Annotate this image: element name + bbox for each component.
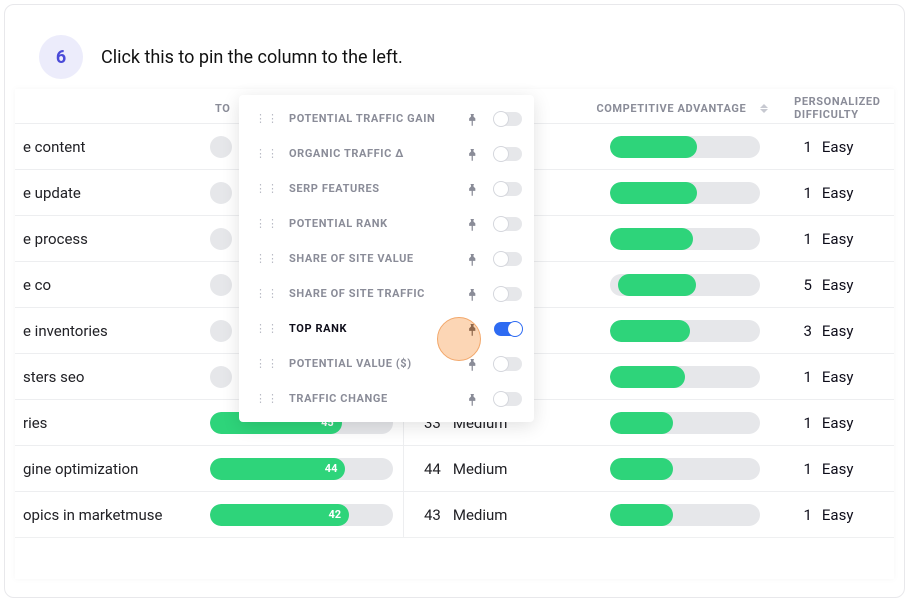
- pin-icon[interactable]: [458, 316, 484, 342]
- keyword-cell: e update: [15, 184, 210, 202]
- drag-handle-icon[interactable]: ⋮⋮: [255, 287, 279, 300]
- drag-handle-icon[interactable]: ⋮⋮: [255, 112, 279, 125]
- pin-icon[interactable]: [458, 141, 484, 167]
- pin-icon[interactable]: [458, 351, 484, 377]
- score-bar-cell: 44: [210, 458, 403, 480]
- difficulty-cell: 5Easy: [785, 276, 894, 294]
- pin-icon[interactable]: [458, 246, 484, 272]
- dropdown-item[interactable]: ⋮⋮ SHARE OF SITE VALUE: [239, 241, 534, 276]
- difficulty-cell: 3Easy: [785, 322, 894, 340]
- difficulty-cell: 1Easy: [785, 414, 894, 432]
- keyword-cell: opics in marketmuse: [15, 506, 210, 524]
- visibility-toggle[interactable]: [494, 147, 522, 161]
- competitive-advantage-cell: [590, 458, 785, 480]
- dropdown-item-label: POTENTIAL TRAFFIC GAIN: [289, 112, 448, 125]
- column-header-to[interactable]: TO: [215, 102, 235, 115]
- dropdown-item-label: POTENTIAL VALUE ($): [289, 357, 448, 370]
- competitive-advantage-cell: [590, 136, 785, 158]
- difficulty-cell: 1Easy: [785, 230, 894, 248]
- competitive-advantage-cell: [590, 182, 785, 204]
- keyword-cell: gine optimization: [15, 460, 210, 478]
- drag-handle-icon[interactable]: ⋮⋮: [255, 147, 279, 160]
- sort-icon[interactable]: [760, 104, 768, 113]
- dropdown-item-label: SHARE OF SITE TRAFFIC: [289, 287, 448, 300]
- step-number-badge: 6: [39, 35, 83, 79]
- dropdown-item[interactable]: ⋮⋮ SERP FEATURES: [239, 171, 534, 206]
- dropdown-item-label: SERP FEATURES: [289, 182, 448, 195]
- difficulty-cell: 1Easy: [785, 138, 894, 156]
- drag-handle-icon[interactable]: ⋮⋮: [255, 252, 279, 265]
- drag-handle-icon[interactable]: ⋮⋮: [255, 182, 279, 195]
- competitive-advantage-cell: [590, 366, 785, 388]
- drag-handle-icon[interactable]: ⋮⋮: [255, 217, 279, 230]
- pin-icon[interactable]: [458, 106, 484, 132]
- competitive-advantage-cell: [590, 320, 785, 342]
- dropdown-item[interactable]: ⋮⋮ POTENTIAL VALUE ($): [239, 346, 534, 381]
- visibility-toggle[interactable]: [494, 287, 522, 301]
- dropdown-item-label: ORGANIC TRAFFIC Δ: [289, 147, 448, 160]
- pin-icon[interactable]: [458, 281, 484, 307]
- dropdown-item[interactable]: ⋮⋮ POTENTIAL RANK: [239, 206, 534, 241]
- table-row[interactable]: gine optimization4444Medium 1Easy: [15, 446, 894, 492]
- column-header-competitive-advantage[interactable]: COMPETITIVE ADVANTAGE: [596, 102, 794, 115]
- dropdown-item[interactable]: ⋮⋮ POTENTIAL TRAFFIC GAIN: [239, 101, 534, 136]
- visibility-toggle[interactable]: [494, 322, 522, 336]
- keyword-cell: e inventories: [15, 322, 210, 340]
- score-bar-cell: 42: [210, 504, 403, 526]
- rank-cell: 43Medium: [403, 492, 590, 537]
- competitive-advantage-cell: [590, 228, 785, 250]
- dropdown-item[interactable]: ⋮⋮ SHARE OF SITE TRAFFIC: [239, 276, 534, 311]
- pin-icon[interactable]: [458, 176, 484, 202]
- rank-cell: 44Medium: [403, 446, 590, 491]
- table-row[interactable]: opics in marketmuse4243Medium 1Easy: [15, 492, 894, 538]
- difficulty-cell: 1Easy: [785, 506, 894, 524]
- column-options-dropdown[interactable]: ⋮⋮ POTENTIAL TRAFFIC GAIN ⋮⋮ ORGANIC TRAFFI…: [239, 95, 534, 422]
- visibility-toggle[interactable]: [494, 217, 522, 231]
- dropdown-item-label: TOP RANK: [289, 322, 448, 335]
- visibility-toggle[interactable]: [494, 112, 522, 126]
- difficulty-cell: 1Easy: [785, 368, 894, 386]
- visibility-toggle[interactable]: [494, 392, 522, 406]
- competitive-advantage-cell: [590, 504, 785, 526]
- dropdown-item[interactable]: ⋮⋮ ORGANIC TRAFFIC Δ: [239, 136, 534, 171]
- instruction-card: 6 Click this to pin the column to the le…: [4, 4, 905, 598]
- step-header: 6 Click this to pin the column to the le…: [5, 5, 904, 89]
- pin-icon[interactable]: [458, 386, 484, 412]
- column-header-personalized-difficulty[interactable]: PERSONALIZED DIFFICULTY: [794, 95, 894, 121]
- keyword-cell: e co: [15, 276, 210, 294]
- visibility-toggle[interactable]: [494, 182, 522, 196]
- dropdown-item-label: SHARE OF SITE VALUE: [289, 252, 448, 265]
- visibility-toggle[interactable]: [494, 252, 522, 266]
- keyword-cell: e process: [15, 230, 210, 248]
- keyword-cell: e content: [15, 138, 210, 156]
- difficulty-cell: 1Easy: [785, 460, 894, 478]
- difficulty-cell: 1Easy: [785, 184, 894, 202]
- drag-handle-icon[interactable]: ⋮⋮: [255, 392, 279, 405]
- keyword-cell: sters seo: [15, 368, 210, 386]
- keyword-cell: ries: [15, 414, 210, 432]
- visibility-toggle[interactable]: [494, 357, 522, 371]
- drag-handle-icon[interactable]: ⋮⋮: [255, 357, 279, 370]
- drag-handle-icon[interactable]: ⋮⋮: [255, 322, 279, 335]
- pin-icon[interactable]: [458, 211, 484, 237]
- dropdown-item-label: POTENTIAL RANK: [289, 217, 448, 230]
- competitive-advantage-cell: [590, 412, 785, 434]
- fade-overlay: [15, 533, 894, 579]
- competitive-advantage-cell: [590, 274, 785, 296]
- step-instruction-text: Click this to pin the column to the left…: [101, 47, 403, 68]
- dropdown-item-label: TRAFFIC CHANGE: [289, 392, 448, 405]
- dropdown-item[interactable]: ⋮⋮ TRAFFIC CHANGE: [239, 381, 534, 416]
- dropdown-item[interactable]: ⋮⋮ TOP RANK: [239, 311, 534, 346]
